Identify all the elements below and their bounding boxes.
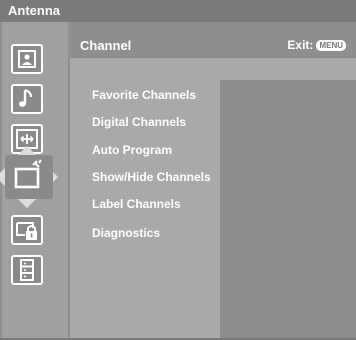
menu-item-digital-channels[interactable]: Digital Channels xyxy=(92,115,186,129)
picture-icon xyxy=(18,50,36,68)
menu-item-label-channels[interactable]: Label Channels xyxy=(92,197,181,211)
menu-item-show-hide-channels[interactable]: Show/Hide Channels xyxy=(92,170,211,184)
menu-item-favorite-channels[interactable]: Favorite Channels xyxy=(92,88,196,102)
parental-lock-icon xyxy=(16,222,37,240)
menu-item-auto-program[interactable]: Auto Program xyxy=(92,143,172,157)
menu-list: Favorite Channels Digital Channels Auto … xyxy=(70,58,220,340)
menu-item-diagnostics[interactable]: Diagnostics xyxy=(92,226,160,240)
exit-hint: Exit: MENU xyxy=(287,38,346,52)
music-note-icon xyxy=(18,88,33,107)
exit-label: Exit: xyxy=(287,38,314,52)
sidebar-item-parental-lock[interactable] xyxy=(11,215,43,245)
setup-list-icon xyxy=(20,259,34,281)
sidebar-item-setup[interactable] xyxy=(11,255,43,285)
osd-frame: Antenna Channel Exit: MENU Favorite Chan… xyxy=(0,0,356,340)
menu-header: Channel Exit: MENU xyxy=(70,22,356,58)
right-pane xyxy=(220,80,356,340)
window-title: Antenna xyxy=(0,0,356,22)
sidebar-item-sound[interactable] xyxy=(11,84,43,114)
page-title: Channel xyxy=(80,38,132,53)
right-pane-top xyxy=(220,58,356,80)
menu-button-badge: MENU xyxy=(316,40,346,51)
icon-sidebar xyxy=(0,22,68,340)
channel-tv-icon xyxy=(14,159,42,189)
sidebar-item-channel[interactable] xyxy=(5,155,53,199)
sidebar-item-picture[interactable] xyxy=(11,44,43,74)
